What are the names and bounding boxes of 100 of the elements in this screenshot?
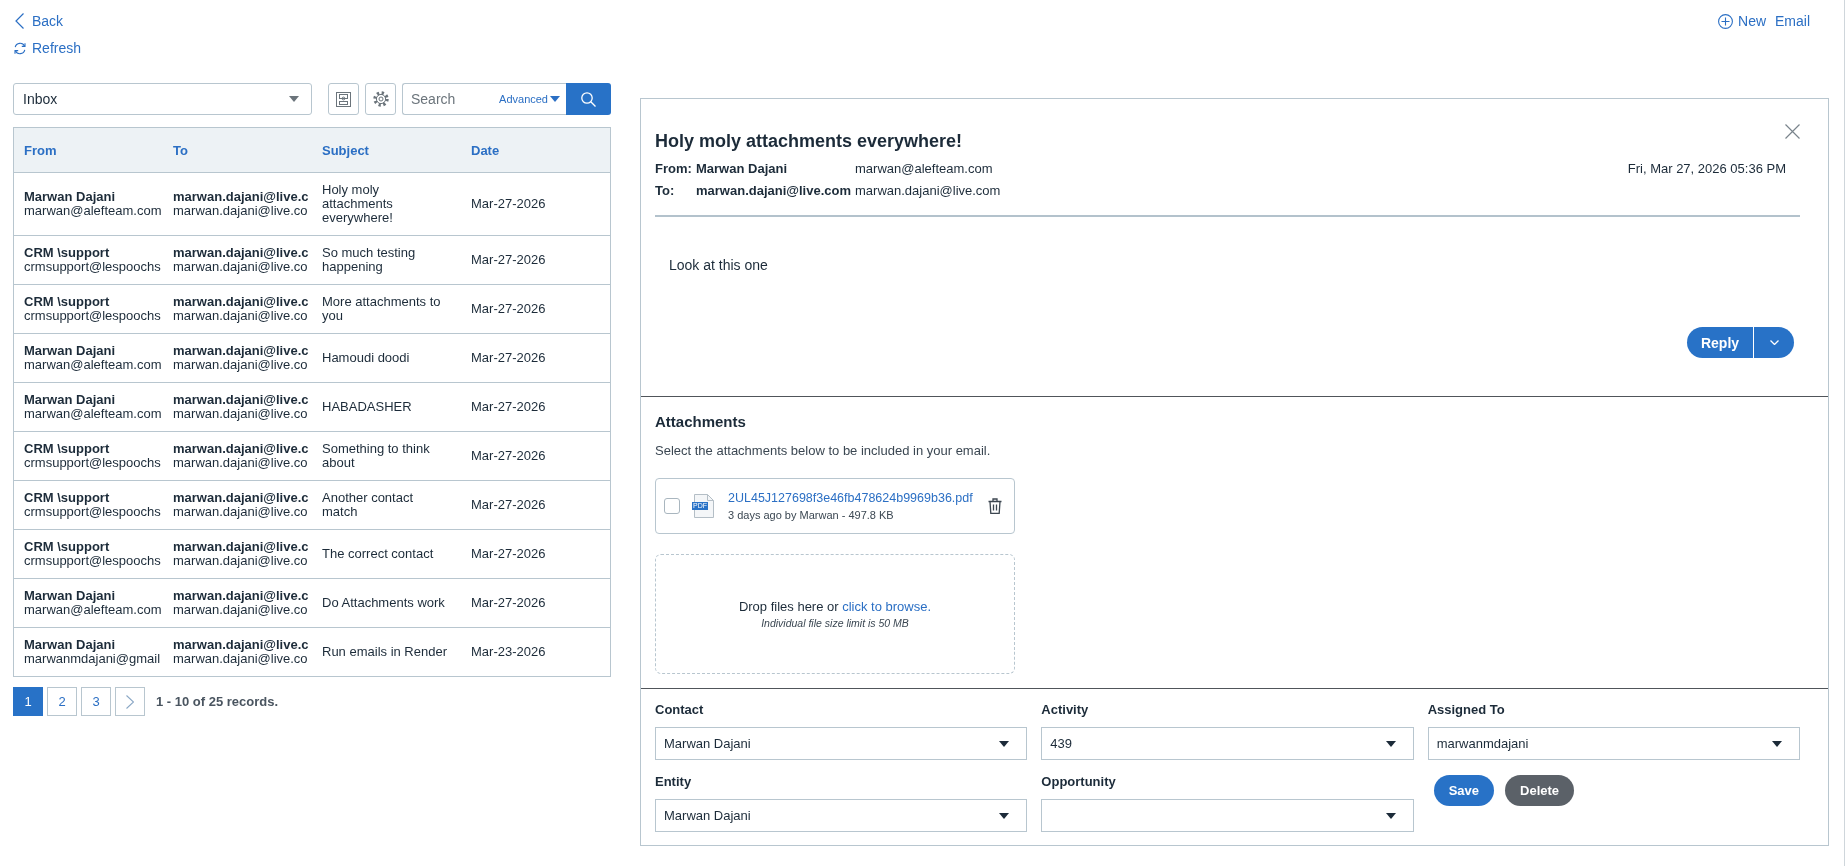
recipient-email: marwan.dajani@live.co (173, 505, 308, 519)
page-button[interactable]: 1 (13, 687, 43, 716)
field-label: Contact (655, 702, 704, 718)
email-body: Look at this one (669, 256, 769, 274)
folder-dropdown[interactable]: Inbox (13, 83, 312, 115)
page-button[interactable]: 3 (81, 687, 111, 716)
recipient-email: marwan.dajani@live.co (173, 554, 308, 568)
file-size-limit: Individual file size limit is 50 MB (761, 616, 909, 630)
email-date: Mar-27-2026 (471, 350, 546, 365)
email-subject-title: Holy moly attachments everywhere! (655, 130, 963, 153)
sender-email: crmsupport@lespoochs (24, 456, 161, 470)
caret-icon (289, 96, 299, 102)
browse-link[interactable]: click to browse. (842, 599, 932, 614)
plus-circle-icon (1718, 13, 1734, 29)
column-header[interactable]: From (14, 128, 163, 173)
sender-name: Marwan Dajani (696, 160, 789, 178)
column-header[interactable]: To (163, 128, 312, 173)
field-label: Opportunity (1041, 774, 1116, 790)
sender-name: Marwan Dajani (24, 344, 116, 358)
sender-email: crmsupport@lespoochs (24, 505, 161, 519)
sender-name: Marwan Dajani (24, 589, 116, 603)
settings-icon (372, 91, 389, 107)
recipient-email: marwan.dajani@live.co (173, 260, 308, 274)
checkbox[interactable] (664, 498, 680, 514)
save-icon (336, 91, 351, 107)
email-subject: More attachments to you (322, 295, 442, 323)
from-label: From: (655, 160, 693, 178)
dropdown-field[interactable] (1041, 799, 1414, 832)
save-button[interactable]: Save (1433, 775, 1495, 806)
search-field[interactable]: Search (402, 83, 495, 115)
reply-options-button[interactable] (1754, 327, 1794, 358)
new-email-link[interactable]: New Email (1718, 12, 1810, 30)
sender-email: marwan@alefteam.com (855, 160, 994, 178)
settings-button[interactable] (365, 83, 396, 115)
recipient-name: marwan.dajani@live.c (173, 589, 309, 603)
sender-name: CRM \support (24, 491, 110, 505)
back-link[interactable]: Back (13, 12, 64, 30)
email-date: Mar-27-2026 (471, 252, 546, 267)
search-button[interactable] (566, 83, 611, 115)
refresh-icon (13, 41, 27, 55)
email-date: Mar-23-2026 (471, 644, 546, 659)
email-date: Mar-27-2026 (471, 448, 546, 463)
email-date: Mar-27-2026 (471, 595, 546, 610)
chevron-right-icon (126, 694, 134, 709)
recipient-name: marwan.dajani@live.c (173, 638, 309, 652)
email-date: Mar-27-2026 (471, 497, 546, 512)
sender-email: crmsupport@lespoochs (24, 309, 161, 323)
recipient-email: marwan.dajani@live.co (173, 309, 308, 323)
sender-email: crmsupport@lespoochs (24, 260, 161, 274)
chevron-left-icon (15, 13, 24, 29)
record-count: 1 - 10 of 25 records. (156, 694, 279, 709)
sender-name: CRM \support (24, 246, 110, 260)
email-datetime: Fri, Mar 27, 2026 05:36 PM (1627, 160, 1786, 178)
dropdown-field[interactable]: marwanmdajani (1427, 727, 1800, 760)
dropdown-field[interactable]: Marwan Dajani (655, 799, 1028, 832)
caret-icon (999, 812, 1010, 819)
chevron-down-icon (1769, 340, 1779, 345)
sender-email: marwan@alefteam.com (24, 204, 162, 218)
sender-email: marwanmdajani@gmail (24, 652, 161, 666)
email-subject: Holy moly attachments everywhere! (322, 183, 394, 225)
sender-email: crmsupport@lespoochs (24, 554, 161, 568)
refresh-link[interactable]: Refresh (13, 39, 82, 57)
drop-zone[interactable]: Drop files here or click to browse. Individual file size limit is 50 MB (655, 554, 1015, 674)
caret-icon (1385, 740, 1396, 747)
recipient-email: marwan.dajani@live.com (855, 182, 1002, 200)
recipient-name: marwan.dajani@live.c (173, 491, 309, 505)
sender-name: Marwan Dajani (24, 393, 116, 407)
recipient-name: marwan.dajani@live.com (696, 182, 852, 200)
sender-email: marwan@alefteam.com (24, 407, 162, 421)
sender-name: Marwan Dajani (24, 190, 116, 204)
column-header[interactable]: Date (461, 128, 610, 173)
recipient-name: marwan.dajani@live.c (173, 295, 309, 309)
reply-button[interactable]: Reply (1687, 327, 1753, 358)
field-label: Entity (655, 774, 692, 790)
dropdown-field[interactable]: 439 (1041, 727, 1414, 760)
save-button[interactable] (328, 83, 359, 115)
email-date: Mar-27-2026 (471, 196, 546, 211)
recipient-email: marwan.dajani@live.co (173, 204, 308, 218)
caret-icon (1772, 740, 1782, 747)
attachment-info: 3 days ago by Marwan - 497.8 KB (728, 509, 894, 521)
trash-icon[interactable] (988, 498, 1002, 514)
dropdown-field[interactable]: Marwan Dajani (655, 727, 1028, 760)
column-header[interactable]: Subject (312, 128, 461, 173)
delete-button[interactable]: Delete (1505, 775, 1575, 806)
recipient-email: marwan.dajani@live.co (173, 358, 308, 372)
email-subject: Another contact match (322, 491, 415, 519)
page-button[interactable]: 2 (47, 687, 77, 716)
recipient-name: marwan.dajani@live.c (173, 246, 309, 260)
field-label: Activity (1041, 702, 1089, 718)
sender-email: marwan@alefteam.com (24, 358, 162, 372)
to-label: To: (655, 182, 676, 200)
email-date: Mar-27-2026 (471, 546, 546, 561)
section-heading: Attachments (655, 412, 747, 432)
caret-icon (1385, 812, 1396, 819)
attachment-link[interactable]: 2UL45J127698f3e46fb478624b9969b36.pdf (728, 491, 973, 505)
recipient-name: marwan.dajani@live.c (173, 540, 309, 554)
email-subject: Hamoudi doodi (322, 351, 411, 365)
field-label: Assigned To (1427, 702, 1505, 718)
drop-instructions: Drop files here or click to browse. (738, 598, 932, 616)
close-icon[interactable] (1785, 124, 1800, 139)
